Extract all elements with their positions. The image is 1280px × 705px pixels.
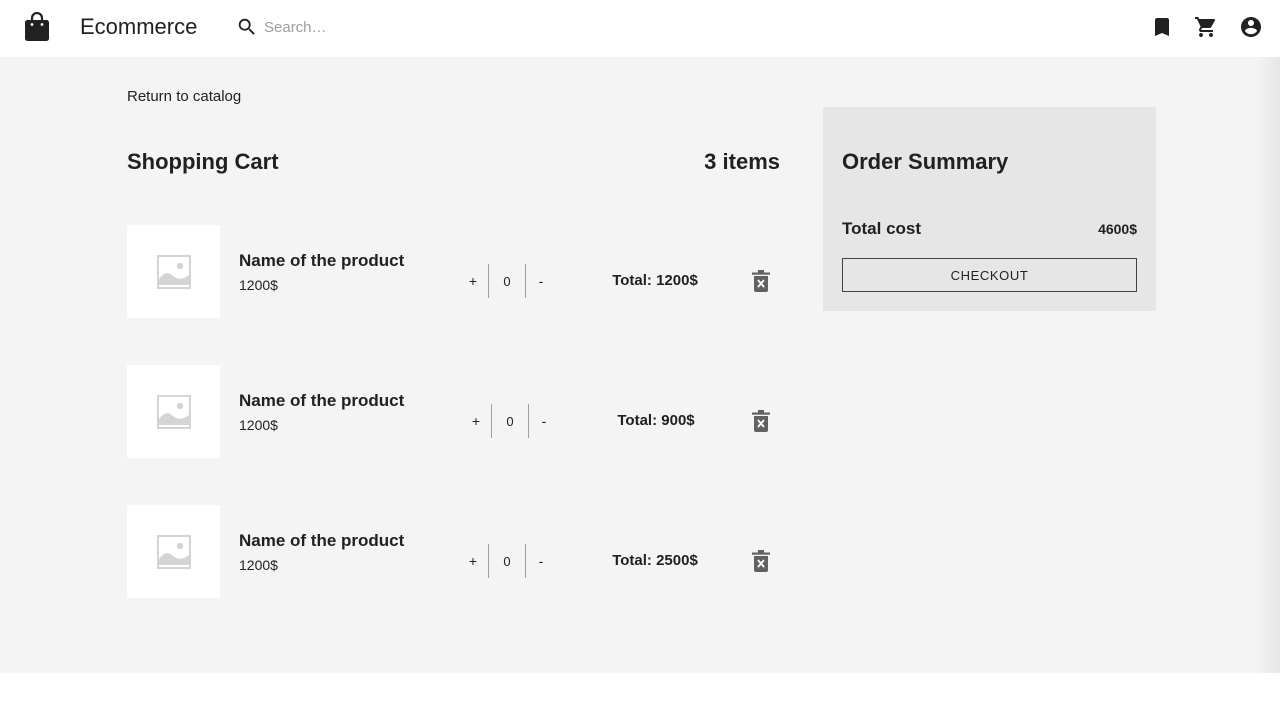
cart-item-row: Name of the product 1200$ + 0 - Total: 1… xyxy=(127,225,787,319)
order-summary-panel: Order Summary Total cost 4600$ CHECKOUT xyxy=(823,107,1156,311)
image-placeholder-icon xyxy=(157,535,191,569)
delete-icon[interactable] xyxy=(751,410,771,432)
product-image xyxy=(127,225,220,318)
product-price: 1200$ xyxy=(239,277,278,293)
product-name[interactable]: Name of the product xyxy=(239,531,404,551)
item-count: 3 items xyxy=(704,149,780,174)
increment-button[interactable]: + xyxy=(465,404,487,438)
cart-icon[interactable] xyxy=(1194,15,1218,39)
quantity-stepper: + 0 - xyxy=(465,404,555,438)
total-cost-label: Total cost xyxy=(842,219,922,238)
delete-icon[interactable] xyxy=(751,270,771,292)
order-summary-title: Order Summary xyxy=(842,149,1009,174)
image-placeholder-icon xyxy=(157,255,191,289)
scroll-edge-shadow xyxy=(1256,57,1280,673)
product-image xyxy=(127,365,220,458)
quantity-value: 0 xyxy=(488,264,526,298)
product-image xyxy=(127,505,220,598)
product-price: 1200$ xyxy=(239,557,278,573)
cart-item-row: Name of the product 1200$ + 0 - Total: 9… xyxy=(127,365,787,459)
product-name[interactable]: Name of the product xyxy=(239,251,404,271)
search-input[interactable] xyxy=(264,14,564,40)
delete-icon[interactable] xyxy=(751,550,771,572)
search-icon xyxy=(238,18,255,35)
cart-page: Return to catalog Shopping Cart 3 items … xyxy=(0,57,1280,673)
cart-title: Shopping Cart xyxy=(127,149,279,174)
item-total: Total: 2500$ xyxy=(612,552,698,569)
quantity-stepper: + 0 - xyxy=(462,264,552,298)
shopping-bag-icon[interactable] xyxy=(24,12,50,42)
increment-button[interactable]: + xyxy=(462,264,484,298)
checkout-button[interactable]: CHECKOUT xyxy=(842,258,1137,292)
increment-button[interactable]: + xyxy=(462,544,484,578)
product-name[interactable]: Name of the product xyxy=(239,391,404,411)
bookmark-icon[interactable] xyxy=(1150,15,1174,39)
product-price: 1200$ xyxy=(239,417,278,433)
return-to-catalog-link[interactable]: Return to catalog xyxy=(127,88,241,106)
image-placeholder-icon xyxy=(157,395,191,429)
quantity-value: 0 xyxy=(488,544,526,578)
item-total: Total: 1200$ xyxy=(612,272,698,289)
top-app-bar: Ecommerce xyxy=(0,0,1280,57)
cart-item-row: Name of the product 1200$ + 0 - Total: 2… xyxy=(127,505,787,599)
total-cost-value: 4600$ xyxy=(1098,221,1137,237)
item-total: Total: 900$ xyxy=(617,412,695,429)
account-circle-icon[interactable] xyxy=(1239,15,1263,39)
decrement-button[interactable]: - xyxy=(533,404,555,438)
quantity-value: 0 xyxy=(491,404,529,438)
quantity-stepper: + 0 - xyxy=(462,544,552,578)
brand-title[interactable]: Ecommerce xyxy=(80,14,197,40)
decrement-button[interactable]: - xyxy=(530,264,552,298)
decrement-button[interactable]: - xyxy=(530,544,552,578)
